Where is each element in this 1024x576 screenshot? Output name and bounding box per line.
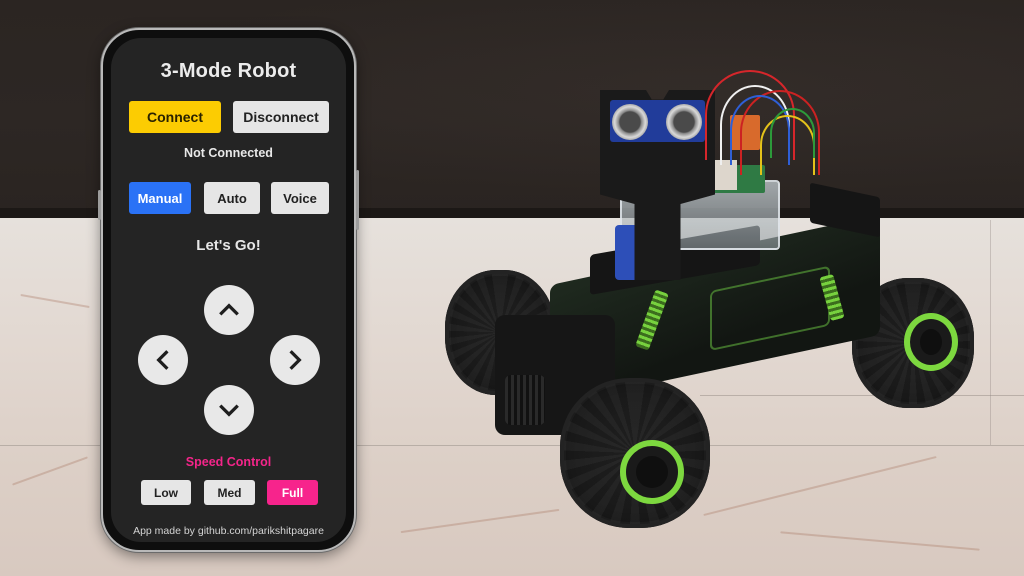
speed-full-button[interactable]: Full [267,480,318,505]
app-title: 3-Mode Robot [160,60,297,82]
forward-button[interactable] [204,285,254,335]
footer-credit: App made by github.com/parikshitpagare [133,525,324,537]
chevron-left-icon [156,350,169,370]
robot-car [440,60,990,528]
disconnect-button[interactable]: Disconnect [233,101,329,133]
speed-low-button[interactable]: Low [141,480,191,505]
app-screen: 3-Mode Robot Connect Disconnect Not Conn… [111,38,346,542]
chevron-up-icon [219,303,239,316]
wheel-front [560,378,710,528]
chevron-right-icon [289,350,302,370]
phone-frame: 3-Mode Robot Connect Disconnect Not Conn… [98,28,359,552]
speed-control-label: Speed Control [185,455,272,469]
backward-button[interactable] [204,385,254,435]
prompt-text: Let's Go! [196,237,261,254]
phone-volume-button [98,190,101,220]
mode-auto-button[interactable]: Auto [204,182,260,214]
phone-power-button [356,170,359,230]
connection-status: Not Connected [184,146,273,160]
right-button[interactable] [270,335,320,385]
mode-manual-button[interactable]: Manual [129,182,191,214]
connect-button[interactable]: Connect [129,101,221,133]
chevron-down-icon [219,404,239,417]
left-button[interactable] [138,335,188,385]
speed-med-button[interactable]: Med [204,480,255,505]
mode-voice-button[interactable]: Voice [271,182,329,214]
